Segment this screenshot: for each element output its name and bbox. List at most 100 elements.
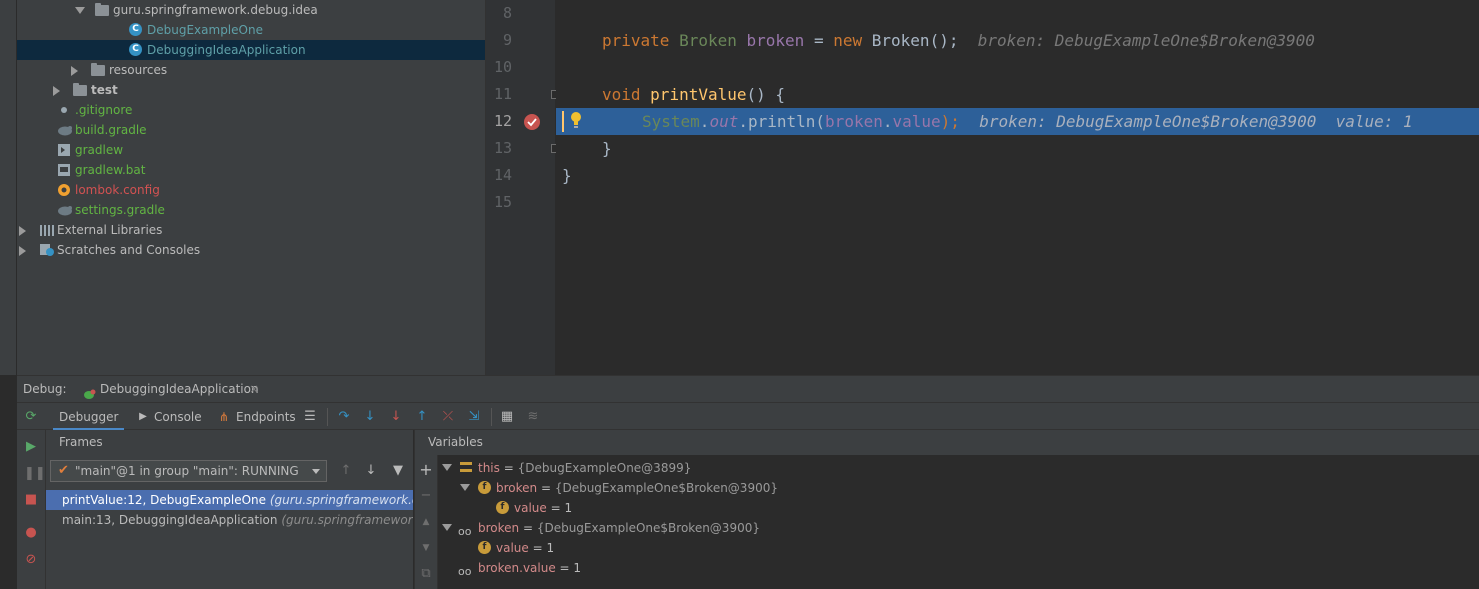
run-to-cursor-icon[interactable]: ⇲ [467, 410, 481, 424]
frame-down-icon[interactable]: ↓ [364, 464, 378, 478]
force-step-into-icon[interactable]: ↓ [389, 410, 403, 424]
bat-icon [57, 163, 71, 177]
tree-item[interactable]: C DebugExampleOne [17, 20, 485, 40]
package-folder-icon [95, 3, 109, 16]
expand-arrow-icon[interactable] [442, 524, 452, 531]
move-down-icon[interactable]: ▼ [419, 541, 433, 555]
layout-menu-icon[interactable]: ☰ [303, 410, 317, 424]
project-tree: guru.springframework.debug.idea C DebugExa… [17, 0, 485, 375]
expand-arrow-icon[interactable] [442, 464, 452, 471]
variable-row-this[interactable]: this = {DebugExampleOne@3899} [438, 458, 1479, 478]
duplicate-watch-icon[interactable]: ⧉ [419, 567, 433, 581]
variable-row-this-broken[interactable]: f broken = {DebugExampleOne$Broken@3900} [438, 478, 1479, 498]
stop-icon[interactable]: ■ [24, 493, 38, 507]
expand-arrow-icon[interactable] [460, 484, 470, 491]
variable-row-broken-dot-value[interactable]: oo broken.value = 1 [438, 558, 1479, 578]
close-session-icon[interactable]: × [249, 376, 259, 403]
filter-icon[interactable]: ▼ [391, 464, 405, 478]
tree-item[interactable]: .gitignore [17, 100, 485, 120]
breakpoint-icon[interactable] [524, 114, 540, 130]
toolbar-divider [491, 408, 492, 426]
session-tab[interactable]: DebuggingIdeaApplication [100, 376, 259, 403]
lightbulb-icon[interactable] [570, 111, 582, 129]
tree-item[interactable]: resources [17, 60, 485, 80]
step-over-icon[interactable]: ↷ [337, 410, 351, 424]
variable-row-broken[interactable]: oo broken = {DebugExampleOne$Broken@3900… [438, 518, 1479, 538]
caret [562, 111, 564, 132]
class-icon: C [129, 23, 142, 36]
move-up-icon[interactable]: ▲ [419, 515, 433, 529]
variables-header: Variables [414, 430, 1479, 455]
code-line-13: } [602, 139, 612, 158]
drop-frame-icon[interactable]: ⤫ [441, 410, 455, 424]
trace-icon[interactable]: ≋ [526, 410, 540, 424]
line-number: 9 [502, 31, 512, 49]
code-editor[interactable]: private Broken broken = new Broken(); br… [556, 0, 1479, 375]
debug-label: Debug: [23, 382, 67, 396]
frame-row[interactable]: printValue:12, DebugExampleOne (guru.spr… [46, 490, 413, 510]
frames-header: Frames [46, 430, 413, 455]
variables-panel: this = {DebugExampleOne@3899} f broken =… [438, 455, 1479, 589]
mute-breakpoints-icon[interactable]: ⊘ [24, 553, 38, 567]
tree-item[interactable]: lombok.config [17, 180, 485, 200]
folder-icon [91, 63, 105, 76]
file-icon [57, 103, 71, 117]
variable-row-broken-value[interactable]: f value = 1 [438, 538, 1479, 558]
tree-item-label: settings.gradle [75, 203, 165, 217]
thread-dropdown[interactable]: ✔ "main"@1 in group "main": RUNNING [50, 460, 327, 482]
pause-icon[interactable]: ❚❚ [24, 467, 46, 481]
line-number: 13 [493, 139, 512, 157]
console-icon: ▶ [139, 411, 147, 422]
tree-item-label: DebugExampleOne [147, 23, 263, 37]
collapse-arrow-icon[interactable] [75, 7, 85, 14]
view-breakpoints-icon[interactable]: ● [24, 526, 38, 540]
gradle-icon [57, 123, 72, 137]
toolbar-divider [327, 408, 328, 426]
line-number: 14 [493, 166, 512, 184]
frame-up-icon[interactable]: ↑ [339, 464, 353, 478]
watch-glasses-icon: oo [458, 565, 472, 578]
expand-arrow-icon[interactable] [71, 66, 78, 76]
debug-title-bar: Debug: DebuggingIdeaApplication × [17, 375, 1479, 402]
tree-item[interactable]: Scratches and Consoles [17, 240, 485, 260]
folder-icon [73, 83, 87, 96]
frames-panel: ✔ "main"@1 in group "main": RUNNING ↑ ↓ … [46, 455, 413, 589]
resume-icon[interactable]: ▶ [24, 440, 38, 454]
code-line-14: } [562, 166, 572, 185]
expand-arrow-icon[interactable] [19, 246, 26, 256]
tree-item[interactable]: guru.springframework.debug.idea [17, 0, 485, 20]
remove-watch-icon[interactable]: − [419, 489, 433, 503]
tree-item[interactable]: build.gradle [17, 120, 485, 140]
expand-arrow-icon[interactable] [19, 226, 26, 236]
step-into-icon[interactable]: ↓ [363, 410, 377, 424]
variable-row-this-broken-value[interactable]: f value = 1 [438, 498, 1479, 518]
tree-item[interactable]: External Libraries [17, 220, 485, 240]
tree-item[interactable]: C DebuggingIdeaApplication [17, 40, 485, 60]
tab-endpoints[interactable]: Endpoints [236, 403, 296, 431]
expand-arrow-icon[interactable] [53, 86, 60, 96]
tree-item-label: test [91, 83, 118, 97]
bug-icon [82, 383, 96, 399]
line-number: 11 [493, 85, 512, 103]
editor-gutter: 8 9 10 11 12 13 14 15 [485, 0, 555, 375]
library-icon [39, 223, 54, 237]
rerun-icon[interactable]: ⟳ [24, 410, 38, 424]
evaluate-expression-icon[interactable]: ▦ [500, 410, 514, 424]
left-tool-strip [0, 0, 17, 375]
tab-console[interactable]: Console [154, 403, 202, 431]
tree-item[interactable]: test [17, 80, 485, 100]
add-watch-icon[interactable]: + [419, 462, 433, 478]
tab-debugger[interactable]: Debugger [53, 403, 125, 431]
tree-item-label: resources [109, 63, 168, 77]
code-line-9: private Broken broken = new Broken(); br… [602, 31, 1315, 50]
field-icon: f [496, 501, 509, 514]
variables-side-toolbar: + − ▲ ▼ ⧉ [414, 455, 438, 589]
tree-item[interactable]: gradlew.bat [17, 160, 485, 180]
step-out-icon[interactable]: ↑ [415, 410, 429, 424]
frame-row[interactable]: main:13, DebuggingIdeaApplication (guru.… [46, 510, 413, 530]
class-icon: C [129, 43, 142, 56]
tree-item[interactable]: settings.gradle [17, 200, 485, 220]
field-icon: f [478, 481, 491, 494]
script-icon [57, 143, 71, 157]
tree-item[interactable]: gradlew [17, 140, 485, 160]
